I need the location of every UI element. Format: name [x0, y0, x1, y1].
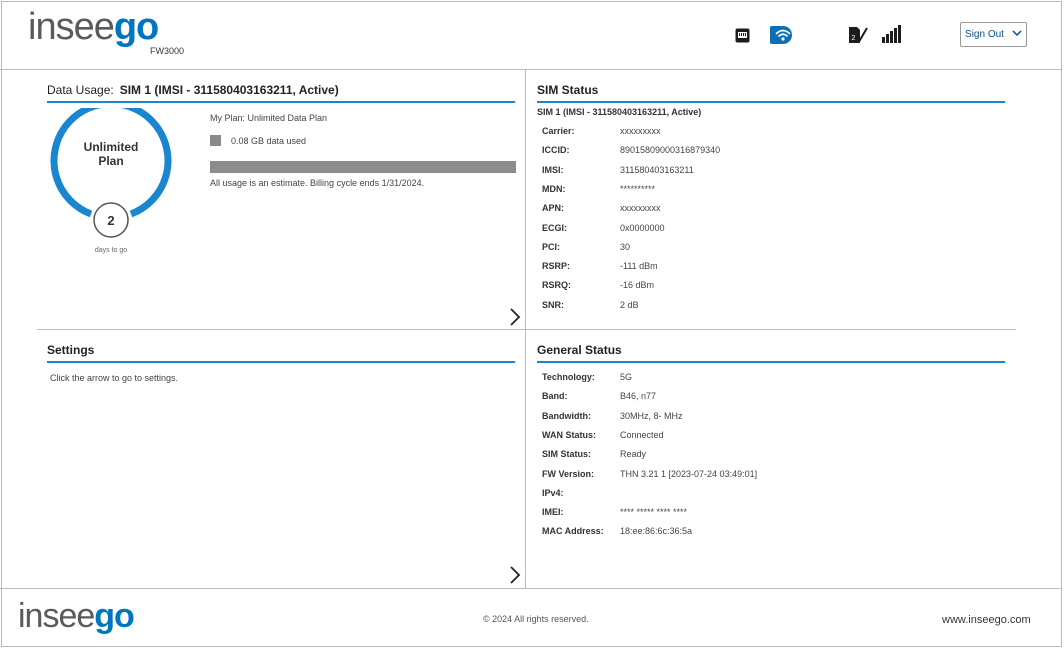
sim-status-row: APN: xxxxxxxxx	[542, 203, 661, 213]
usage-ring: Unlimited Plan 2 days to go	[47, 100, 175, 254]
sim-check-icon[interactable]: 2	[848, 25, 868, 50]
footer-divider	[0, 588, 1062, 589]
billing-note: All usage is an estimate. Billing cycle …	[210, 178, 425, 188]
general-status-row: Technology: 5G	[542, 372, 632, 382]
sign-out-label: Sign Out	[965, 29, 1004, 40]
general-status-title: General Status	[537, 343, 1005, 363]
sim-status-value: 0x0000000	[620, 222, 665, 233]
sim-status-value: 30	[620, 241, 631, 252]
sim-status-row: Carrier: xxxxxxxxx	[542, 126, 661, 136]
sim-status-value: xxxxxxxxx	[620, 126, 661, 136]
days-to-go-label: days to go	[94, 247, 128, 254]
general-status-label: FW Version:	[542, 468, 595, 479]
general-status-label: IPv4:	[542, 487, 564, 498]
ring-line2: Plan	[98, 154, 123, 168]
device-model: FW3000	[150, 46, 185, 56]
sim-status-label: MDN:	[542, 183, 566, 194]
sim-status-label: APN:	[542, 203, 564, 214]
wifi-icon[interactable]	[770, 26, 792, 49]
sim-status-value: xxxxxxxxx	[620, 203, 661, 214]
signal-bars-icon[interactable]	[882, 25, 902, 48]
sim-status-row: RSRQ: -16 dBm	[542, 280, 654, 290]
ethernet-icon[interactable]	[735, 28, 750, 48]
general-status-value: Connected	[620, 429, 664, 440]
footer-inseego-logo: inseego	[18, 597, 135, 635]
general-status-row: SIM Status: Ready	[542, 449, 646, 459]
ring-line1: Unlimited	[84, 140, 139, 154]
sim-status-value: 311580403163211	[620, 164, 694, 175]
sim-status-label: SNR:	[542, 299, 564, 310]
general-status-label: MAC Address:	[542, 526, 604, 537]
days-remaining: 2	[107, 213, 114, 228]
usage-bar	[210, 161, 516, 173]
sim-status-row: SNR: 2 dB	[542, 300, 639, 310]
general-status-row: FW Version: THN 3.21 1 [2023-07-24 03:49:…	[542, 469, 757, 479]
general-status-row: Band: B46, n77	[542, 391, 656, 401]
sim-status-value: -111 dBm	[620, 261, 658, 272]
sim-status-value: 2 dB	[620, 299, 639, 310]
used-swatch	[210, 135, 221, 146]
header: inseego FW3000 2 Sign Out	[0, 0, 1062, 70]
general-status-label: Band:	[542, 391, 568, 402]
sim-status-label: RSRP:	[542, 261, 571, 272]
sim-status-row: ICCID: 89015809000316879340	[542, 145, 720, 155]
inseego-logo: inseego	[28, 6, 159, 48]
general-status-list: Technology: 5G Band: B46, n77 Bandwidth: 30MH…	[542, 372, 1002, 547]
settings-instructions: Click the arrow to go to settings.	[50, 373, 179, 383]
general-status-value: Ready	[620, 449, 647, 460]
sim-status-label: IMSI:	[542, 164, 564, 175]
general-status-row: Bandwidth: 30MHz, 8- MHz	[542, 411, 683, 421]
general-status-label: Bandwidth:	[542, 410, 591, 421]
general-status-value: 30MHz, 8- MHz	[620, 410, 683, 421]
general-status-label: IMEI:	[542, 507, 564, 518]
website-link[interactable]: www.inseego.com	[942, 614, 1031, 626]
sim-status-value: -16 dBm	[620, 280, 655, 291]
general-status-value: 5G	[620, 372, 633, 382]
general-status-value: B46, n77	[620, 391, 657, 402]
sim-status-row: RSRP: -111 dBm	[542, 261, 658, 271]
general-status-row: IPv4:	[542, 488, 620, 498]
general-status-row: WAN Status: Connected	[542, 430, 664, 440]
sim-status-label: PCI:	[542, 241, 560, 252]
sim-status-title: SIM Status	[537, 83, 1005, 103]
sim-status-subtitle: SIM 1 (IMSI - 311580403163211, Active)	[537, 107, 702, 117]
sign-out-button[interactable]: Sign Out	[960, 22, 1027, 47]
sim-status-label: ECGI:	[542, 222, 568, 233]
sim-status-row: ECGI: 0x0000000	[542, 223, 665, 233]
row-divider-right	[526, 329, 1016, 330]
plan-name: My Plan: Unlimited Data Plan	[210, 113, 328, 123]
general-status-label: Technology:	[542, 372, 595, 382]
sim-status-row: MDN: **********	[542, 184, 655, 194]
settings-arrow-icon[interactable]	[508, 565, 522, 585]
data-usage-title: Data Usage: SIM 1 (IMSI - 311580403163211…	[47, 83, 515, 103]
sim-status-label: Carrier:	[542, 126, 575, 136]
sim-status-label: ICCID:	[542, 145, 570, 156]
sim-status-list: Carrier: xxxxxxxxx ICCID: 89015809000316879…	[542, 126, 1002, 316]
sim-status-row: PCI: 30	[542, 242, 630, 252]
data-usage-arrow-icon[interactable]	[508, 307, 522, 327]
sim-status-value: **********	[620, 183, 656, 194]
settings-title: Settings	[47, 343, 515, 363]
general-status-label: WAN Status:	[542, 429, 596, 440]
sim-status-value: 89015809000316879340	[620, 145, 721, 156]
general-status-value: THN 3.21 1 [2023-07-24 03:49:01]	[620, 468, 758, 479]
general-status-row: IMEI: **** ***** **** ****	[542, 507, 687, 517]
general-status-label: SIM Status:	[542, 449, 592, 460]
general-status-row: MAC Address: 18:ee:86:6c:36:5a	[542, 526, 692, 536]
copyright: © 2024 All rights reserved.	[483, 614, 589, 624]
data-used: 0.08 GB data used	[210, 135, 306, 146]
sim-status-label: RSRQ:	[542, 280, 571, 291]
sim-status-row: IMSI: 311580403163211	[542, 165, 694, 175]
usage-bar-fill	[210, 161, 516, 173]
svg-text:2: 2	[852, 35, 856, 42]
row-divider-left	[37, 329, 526, 330]
general-status-value: 18:ee:86:6c:36:5a	[620, 526, 693, 537]
chevron-down-icon	[1012, 29, 1022, 40]
general-status-value: **** ***** **** ****	[620, 507, 688, 518]
